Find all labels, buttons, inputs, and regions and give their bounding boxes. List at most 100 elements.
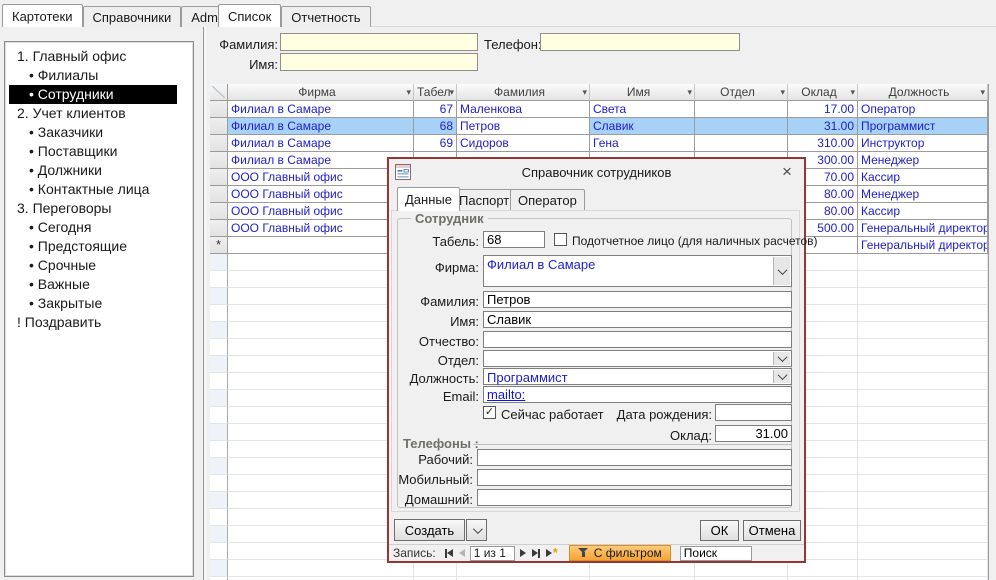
column-header-dept[interactable]: Отдел▾ (695, 84, 788, 101)
sidebar-item-6[interactable]: • Должники (9, 161, 177, 180)
cell-salary-2[interactable]: 310.00 (788, 135, 858, 152)
record-selector[interactable] (210, 543, 228, 560)
main-tab-0[interactable]: Картотеки (2, 4, 83, 27)
record-selector[interactable] (210, 407, 228, 424)
record-selector[interactable] (210, 101, 228, 118)
home-phone-input[interactable] (477, 489, 792, 506)
cell-position-0[interactable]: Оператор (858, 101, 988, 118)
record-selector[interactable] (210, 458, 228, 475)
column-filter-icon[interactable]: ▾ (980, 87, 985, 97)
view-tab-0[interactable]: Список (218, 4, 281, 27)
chevron-down-icon[interactable] (773, 370, 790, 383)
cell-empty[interactable] (858, 339, 988, 356)
cell-empty[interactable] (858, 560, 988, 577)
last-record-button[interactable] (532, 547, 540, 559)
cell-empty[interactable] (858, 322, 988, 339)
patronymic-input[interactable] (483, 331, 792, 348)
column-header-salary[interactable]: Оклад▾ (788, 84, 858, 101)
cell-tabel-0[interactable]: 67 (414, 101, 457, 118)
cell-position-1[interactable]: Программист (858, 118, 988, 135)
sidebar-item-14[interactable]: ! Поздравить (9, 313, 177, 332)
cell-name-2[interactable]: Гена (590, 135, 695, 152)
sidebar-item-1[interactable]: • Филиалы (9, 66, 177, 85)
create-dropdown-button[interactable] (466, 519, 487, 541)
column-header-position[interactable]: Должность▾ (858, 84, 988, 101)
dialog-tab-operator[interactable]: Оператор (510, 189, 585, 211)
cell-empty[interactable] (858, 390, 988, 407)
cell-dept-2[interactable] (695, 135, 788, 152)
cell-position-3[interactable]: Менеджер (858, 152, 988, 169)
record-selector[interactable] (210, 560, 228, 577)
record-selector[interactable] (210, 118, 228, 135)
cell-firm-0[interactable]: Филиал в Самаре (228, 101, 414, 118)
mobile-phone-input[interactable] (477, 469, 792, 486)
cell-name-1[interactable]: Славик (590, 118, 695, 135)
cell-surname-0[interactable]: Маленкова (457, 101, 590, 118)
main-tab-1[interactable]: Справочники (83, 6, 182, 27)
view-tab-1[interactable]: Отчетность (281, 6, 370, 27)
sidebar-item-5[interactable]: • Поставщики (9, 142, 177, 161)
ok-button[interactable]: ОК (700, 520, 739, 541)
panel-splitter[interactable] (203, 18, 206, 580)
cell-surname-1[interactable]: Петров (457, 118, 590, 135)
cell-empty[interactable] (858, 475, 988, 492)
cell-empty[interactable] (858, 509, 988, 526)
tabel-input[interactable] (483, 231, 545, 248)
new-record-selector[interactable]: * (210, 237, 228, 254)
record-selector[interactable] (210, 492, 228, 509)
cell-tabel-1[interactable]: 68 (414, 118, 457, 135)
previous-record-button[interactable] (459, 547, 465, 559)
filter-toggle-button[interactable]: С фильтром (569, 545, 671, 561)
record-selector[interactable] (210, 203, 228, 220)
cell-surname-2[interactable]: Сидоров (457, 135, 590, 152)
first-record-button[interactable] (445, 547, 453, 559)
sidebar-item-8[interactable]: 3. Переговоры (9, 199, 177, 218)
cell-firm-1[interactable]: Филиал в Самаре (228, 118, 414, 135)
cell-empty[interactable] (858, 305, 988, 322)
close-icon[interactable]: × (776, 161, 798, 183)
accountable-checkbox[interactable] (554, 233, 567, 246)
cell-empty[interactable] (858, 288, 988, 305)
record-selector[interactable] (210, 186, 228, 203)
column-header-name[interactable]: Имя▾ (590, 84, 695, 101)
sidebar-item-3[interactable]: 2. Учет клиентов (9, 104, 177, 123)
sidebar-item-12[interactable]: • Важные (9, 275, 177, 294)
sidebar-item-2[interactable]: • Сотрудники (9, 85, 177, 104)
column-filter-icon[interactable]: ▾ (582, 87, 587, 97)
filter-name-input[interactable] (280, 53, 478, 71)
next-record-button[interactable] (520, 547, 526, 559)
cell-position-5[interactable]: Менеджер (858, 186, 988, 203)
salary-input[interactable] (715, 425, 792, 442)
cell-firm-2[interactable]: Филиал в Самаре (228, 135, 414, 152)
filter-surname-input[interactable] (280, 33, 478, 51)
chevron-down-icon[interactable] (773, 257, 790, 285)
birthdate-input[interactable] (715, 404, 792, 421)
cell-dept-0[interactable] (695, 101, 788, 118)
cell-position-6[interactable]: Кассир (858, 203, 988, 220)
cell-empty[interactable] (858, 254, 988, 271)
column-filter-icon[interactable]: ▾ (850, 87, 855, 97)
cell-empty[interactable] (858, 492, 988, 509)
record-selector[interactable] (210, 135, 228, 152)
record-selector[interactable] (210, 356, 228, 373)
record-selector[interactable] (210, 441, 228, 458)
cell-dept-1[interactable] (695, 118, 788, 135)
cell-empty[interactable] (858, 526, 988, 543)
select-all-corner[interactable] (210, 84, 228, 101)
cell-empty[interactable] (858, 356, 988, 373)
column-header-tabel[interactable]: Табел▾ (414, 84, 457, 101)
create-button[interactable]: Создать (394, 519, 465, 541)
column-filter-icon[interactable]: ▾ (780, 87, 785, 97)
email-input[interactable]: mailto: (483, 386, 792, 403)
sidebar-item-0[interactable]: 1. Главный офис (9, 47, 177, 66)
sidebar-item-11[interactable]: • Срочные (9, 256, 177, 275)
record-selector[interactable] (210, 220, 228, 237)
chevron-down-icon[interactable] (773, 352, 790, 365)
cell-position-2[interactable]: Инструктор (858, 135, 988, 152)
column-filter-icon[interactable]: ▾ (687, 87, 692, 97)
cell-empty[interactable] (858, 373, 988, 390)
cell-empty[interactable] (858, 543, 988, 560)
record-search-input[interactable] (680, 546, 752, 561)
record-selector[interactable] (210, 339, 228, 356)
column-filter-icon[interactable]: ▾ (406, 87, 411, 97)
